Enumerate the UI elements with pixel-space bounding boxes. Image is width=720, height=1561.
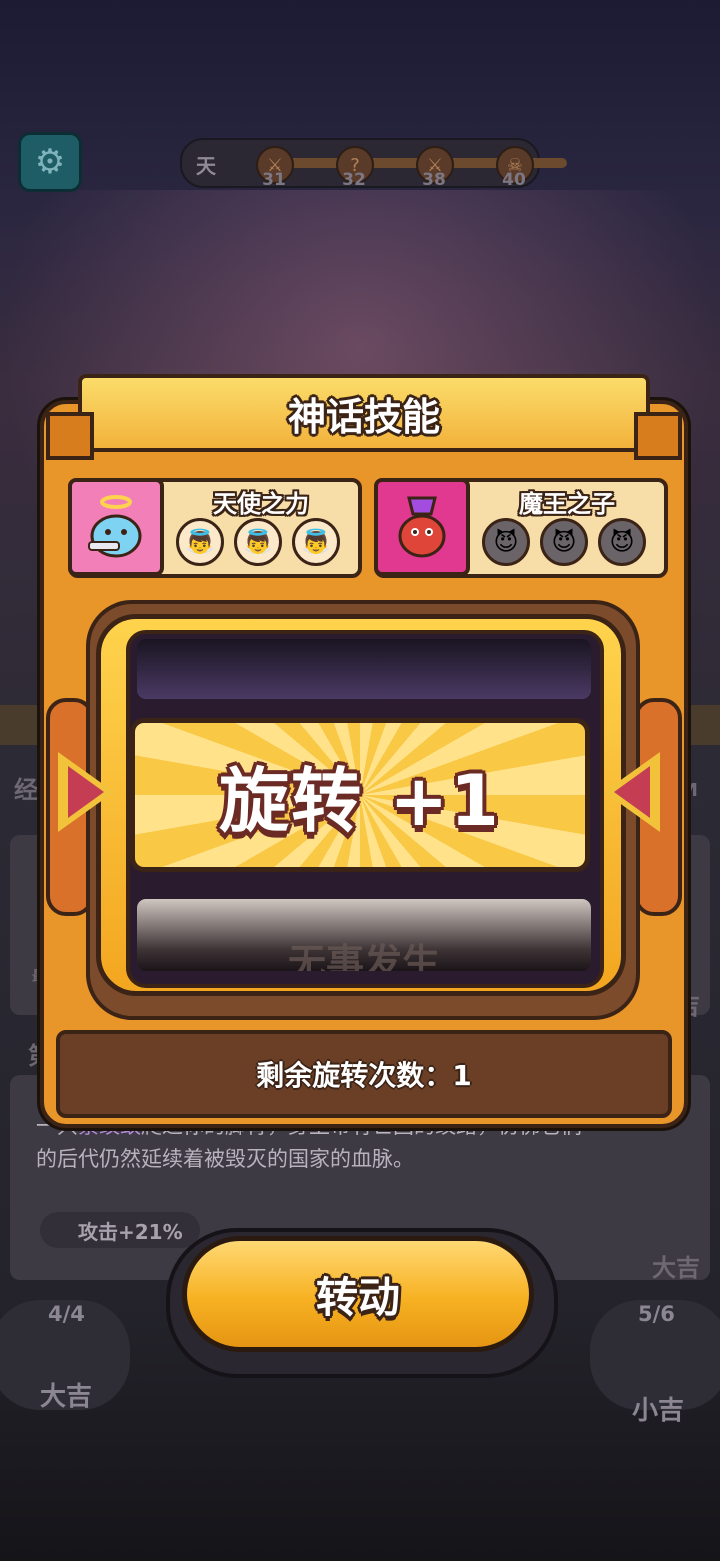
stage-number: 31: [262, 170, 286, 190]
stage-progress-bar: 天 ⚔ 31 ? 32 ⚔ 38 ☠ 40: [180, 138, 567, 190]
bottom-right-label: 小吉: [632, 1396, 685, 1426]
angel-slime-icon: [68, 478, 164, 576]
attack-bonus-pill: 攻击+21%: [40, 1212, 200, 1248]
ribbon-right: [634, 412, 682, 460]
pointer-left-icon: [604, 752, 660, 832]
reel-top-item: [134, 636, 594, 702]
spins-remaining-text: 剩余旋转次数：1: [256, 1059, 472, 1092]
pointer-right-icon: [58, 752, 114, 832]
gear-icon: ⚙: [34, 142, 66, 182]
skill-name: 天使之力: [213, 490, 309, 518]
reel-bottom-text: 无事发生: [287, 941, 440, 974]
reel-selected-item: 旋转 +1: [130, 718, 590, 872]
modal-title: 神话技能: [287, 394, 440, 439]
spin-button-label: 转动: [315, 1272, 400, 1322]
ribbon-left: [46, 412, 94, 460]
angel-egg-icon: 👼: [292, 518, 340, 566]
reel-selected-text: 旋转 +1: [219, 759, 501, 842]
modal-title-banner: 神话技能: [46, 374, 682, 460]
exp-label: 经: [14, 776, 38, 804]
demon-egg-icon: 😈: [482, 518, 530, 566]
bottom-left-count: 4/4: [48, 1302, 85, 1326]
skill-card-demon[interactable]: 魔王之子 😈 😈 😈: [374, 478, 668, 578]
demon-slime-icon: [374, 478, 470, 576]
stage-number: 40: [502, 170, 526, 190]
angel-egg-icon: 👼: [234, 518, 282, 566]
reel-bottom-item: 无事发生: [134, 896, 594, 974]
skill-card-angel[interactable]: 天使之力 👼 👼 👼: [68, 478, 362, 578]
stage-number: 32: [342, 170, 366, 190]
bottom-right-count: 5/6: [638, 1302, 675, 1326]
settings-button[interactable]: ⚙: [18, 132, 82, 192]
angel-egg-icon: 👼: [176, 518, 224, 566]
demon-egg-icon: 😈: [540, 518, 588, 566]
spins-remaining-panel: 剩余旋转次数：1: [56, 1030, 672, 1118]
spin-button[interactable]: 转动: [182, 1236, 534, 1352]
stage-start-label: 天: [196, 154, 216, 178]
stage-number: 38: [422, 170, 446, 190]
attack-bonus-label: 攻击+21%: [78, 1219, 183, 1244]
demon-egg-icon: 😈: [598, 518, 646, 566]
right-big-luck-label: 大吉: [652, 1254, 700, 1282]
skill-name: 魔王之子: [519, 490, 615, 518]
bottom-left-label: 大吉: [40, 1382, 93, 1412]
